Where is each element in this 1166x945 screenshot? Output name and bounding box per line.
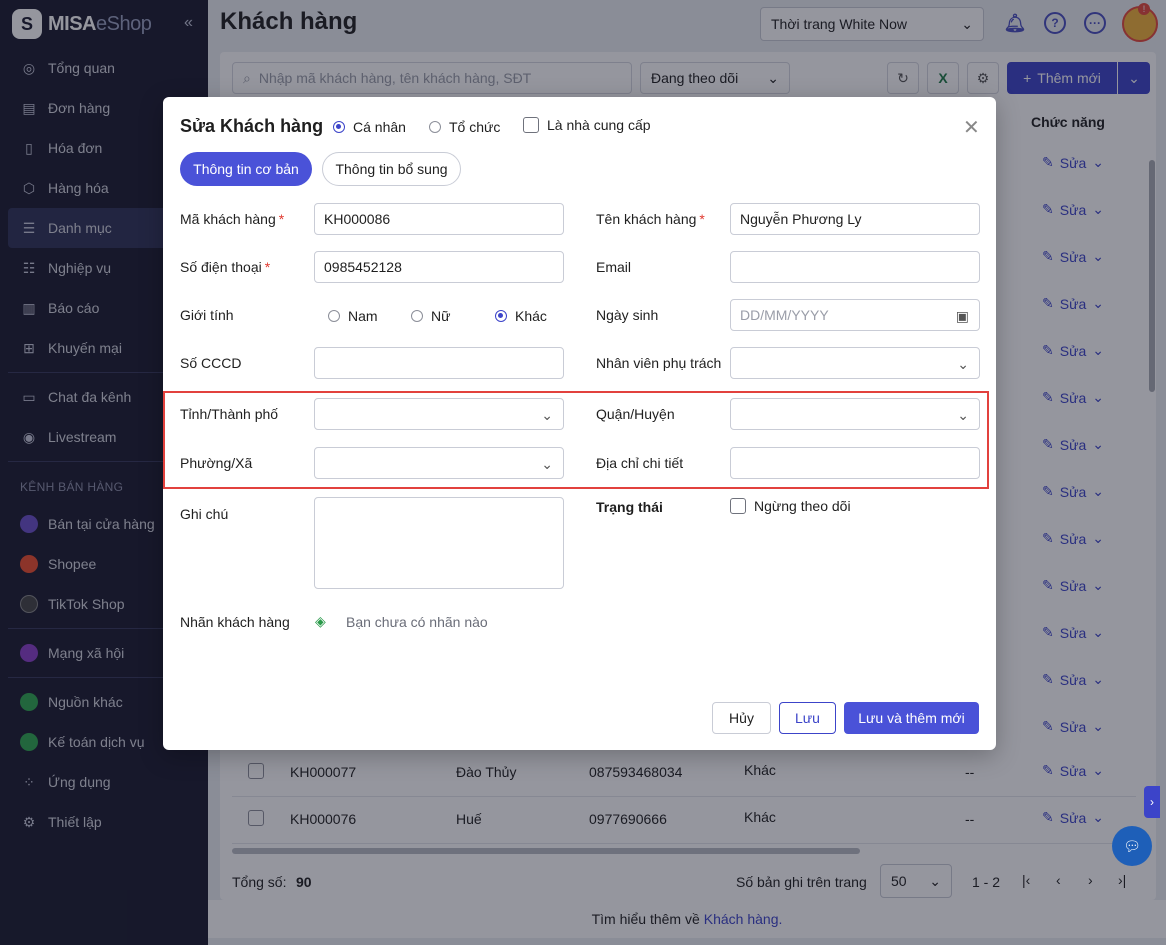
province-select[interactable]: ⌄ [314,398,564,430]
radio-label: Nữ [431,308,451,324]
radio-label: Cá nhân [353,119,406,135]
type-personal-radio[interactable]: Cá nhân [333,119,406,135]
edit-customer-modal: Sửa Khách hàng Cá nhân Tổ chức Là nhà cu… [163,97,996,750]
required-mark: * [699,211,705,227]
phone-label: Số điện thoại * [180,259,270,275]
phone-field[interactable]: 0985452128 [314,251,564,283]
gender-male-radio[interactable]: Nam [328,308,378,324]
label-text: Mã khách hàng [180,211,276,227]
checkbox-icon [730,498,746,514]
checkbox-label: Ngừng theo dõi [754,498,851,514]
birthdate-field[interactable]: DD/MM/YYYY ▣ [730,299,980,331]
ward-label: Phường/Xã [180,455,253,471]
support-chat-button[interactable]: 💬︎ [1112,826,1152,866]
calendar-icon[interactable]: ▣ [956,308,969,325]
gender-female-radio[interactable]: Nữ [411,308,450,324]
radio-label: Khác [515,308,547,324]
staff-select[interactable]: ⌄ [730,347,980,379]
district-select[interactable]: ⌄ [730,398,980,430]
ward-select[interactable]: ⌄ [314,447,564,479]
note-textarea[interactable] [314,497,564,589]
save-button[interactable]: Lưu [779,702,836,734]
radio-label: Nam [348,308,378,324]
gender-label: Giới tính [180,307,234,323]
chat-bubble-icon: 💬︎ [1123,837,1141,854]
tab-extra-info[interactable]: Thông tin bổ sung [322,152,461,186]
radio-icon [411,310,423,322]
label-text: Tên khách hàng [596,211,697,227]
province-label: Tỉnh/Thành phố [180,406,279,422]
field-value: Nguyễn Phương Ly [740,211,862,227]
label-text: Số điện thoại [180,259,262,275]
field-value: KH000086 [324,211,391,227]
email-field[interactable] [730,251,980,283]
radio-selected-icon [333,121,345,133]
customer-code-label: Mã khách hàng * [180,211,284,227]
checkbox-icon [523,117,539,133]
id-number-field[interactable] [314,347,564,379]
radio-icon [328,310,340,322]
add-tag-icon[interactable]: ◈ [315,613,326,630]
birthdate-label: Ngày sinh [596,307,659,323]
note-label: Ghi chú [180,506,229,522]
chevron-down-icon: ⌄ [541,407,553,423]
customer-name-label: Tên khách hàng * [596,211,705,227]
gender-other-radio[interactable]: Khác [495,308,547,324]
customer-tag-label: Nhãn khách hàng [180,614,290,630]
tab-basic-info[interactable]: Thông tin cơ bản [180,152,312,186]
stop-follow-checkbox[interactable]: Ngừng theo dõi [730,498,851,514]
customer-code-field[interactable]: KH000086 [314,203,564,235]
staff-label: Nhân viên phụ trách [596,355,722,371]
is-supplier-checkbox[interactable]: Là nhà cung cấp [523,117,651,133]
email-label: Email [596,259,632,275]
side-expand-tab[interactable]: › [1144,786,1160,818]
field-placeholder: DD/MM/YYYY [740,307,829,323]
address-field[interactable] [730,447,980,479]
district-label: Quận/Huyện [596,406,675,422]
required-mark: * [264,259,271,275]
customer-name-field[interactable]: Nguyễn Phương Ly [730,203,980,235]
radio-icon [429,121,441,133]
cancel-button[interactable]: Hủy [712,702,771,734]
radio-label: Tổ chức [449,119,501,135]
type-organization-radio[interactable]: Tổ chức [429,119,500,135]
checkbox-label: Là nhà cung cấp [547,117,651,133]
id-number-label: Số CCCD [180,355,242,371]
save-and-new-button[interactable]: Lưu và thêm mới [844,702,979,734]
address-label: Địa chỉ chi tiết [596,455,684,471]
chevron-down-icon: ⌄ [541,456,553,472]
chevron-down-icon: ⌄ [957,407,969,423]
chevron-down-icon: ⌄ [957,356,969,372]
status-label: Trạng thái [596,499,663,515]
modal-title: Sửa Khách hàng [180,116,324,136]
close-icon[interactable]: ✕ [963,115,980,140]
no-tag-text: Bạn chưa có nhãn nào [346,614,488,630]
required-mark: * [278,211,285,227]
field-value: 0985452128 [324,259,402,275]
radio-selected-icon [495,310,507,322]
